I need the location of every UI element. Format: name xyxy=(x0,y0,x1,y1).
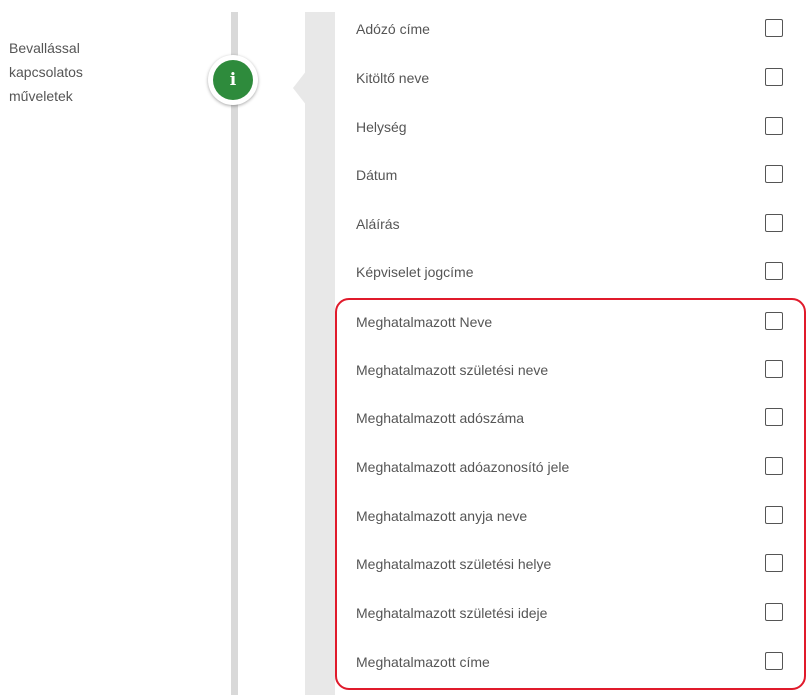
field-checkbox[interactable] xyxy=(765,214,783,232)
section-label-line: kapcsolatos xyxy=(9,64,83,80)
field-label: Meghatalmazott születési ideje xyxy=(356,605,548,621)
field-row[interactable]: Meghatalmazott születési ideje xyxy=(356,601,796,625)
field-checkbox[interactable] xyxy=(765,603,783,621)
info-icon: i xyxy=(213,60,253,100)
field-label: Meghatalmazott címe xyxy=(356,654,490,670)
field-row[interactable]: Helység xyxy=(356,115,796,139)
field-checkbox[interactable] xyxy=(765,457,783,475)
field-checkbox[interactable] xyxy=(765,68,783,86)
field-row[interactable]: Meghatalmazott Neve xyxy=(356,310,796,334)
field-row[interactable]: Dátum xyxy=(356,163,796,187)
field-checkbox[interactable] xyxy=(765,652,783,670)
timeline-line xyxy=(231,12,238,695)
section-label-line: műveletek xyxy=(9,88,73,104)
field-row[interactable]: Kitöltő neve xyxy=(356,66,796,90)
section-label: Bevallással kapcsolatos műveletek xyxy=(9,36,139,108)
field-row[interactable]: Meghatalmazott anyja neve xyxy=(356,504,796,528)
field-checkbox[interactable] xyxy=(765,360,783,378)
field-label: Meghatalmazott születési neve xyxy=(356,362,549,378)
field-row[interactable]: Meghatalmazott címe xyxy=(356,650,796,674)
field-label: Meghatalmazott adószáma xyxy=(356,410,525,426)
field-label: Kitöltő neve xyxy=(356,70,430,86)
field-checkbox[interactable] xyxy=(765,408,783,426)
section-label-line: Bevallással xyxy=(9,40,80,56)
field-label: Dátum xyxy=(356,167,398,183)
field-list-panel xyxy=(335,0,809,695)
field-label: Meghatalmazott anyja neve xyxy=(356,508,528,524)
field-checkbox[interactable] xyxy=(765,554,783,572)
field-label: Helység xyxy=(356,119,407,135)
field-row[interactable]: Meghatalmazott születési helye xyxy=(356,552,796,576)
field-row[interactable]: Képviselet jogcíme xyxy=(356,260,796,284)
panel-border xyxy=(305,12,335,695)
field-label: Képviselet jogcíme xyxy=(356,264,474,280)
field-row[interactable]: Aláírás xyxy=(356,212,796,236)
field-label: Adózó címe xyxy=(356,21,430,37)
field-checkbox[interactable] xyxy=(765,19,783,37)
field-label: Meghatalmazott adóazonosító jele xyxy=(356,459,570,475)
field-checkbox[interactable] xyxy=(765,117,783,135)
field-row[interactable]: Meghatalmazott adóazonosító jele xyxy=(356,455,796,479)
field-checkbox[interactable] xyxy=(765,262,783,280)
field-label: Meghatalmazott születési helye xyxy=(356,556,552,572)
panel-pointer-arrow xyxy=(293,70,307,106)
field-label: Meghatalmazott Neve xyxy=(356,314,493,330)
field-checkbox[interactable] xyxy=(765,312,783,330)
field-row[interactable]: Meghatalmazott születési neve xyxy=(356,358,796,382)
page: Bevallással kapcsolatos műveletek i Adóz… xyxy=(0,0,809,695)
field-row[interactable]: Adózó címe xyxy=(356,17,796,41)
field-label: Aláírás xyxy=(356,216,400,232)
field-checkbox[interactable] xyxy=(765,165,783,183)
step-info-icon: i xyxy=(208,55,258,105)
field-row[interactable]: Meghatalmazott adószáma xyxy=(356,406,796,430)
field-checkbox[interactable] xyxy=(765,506,783,524)
